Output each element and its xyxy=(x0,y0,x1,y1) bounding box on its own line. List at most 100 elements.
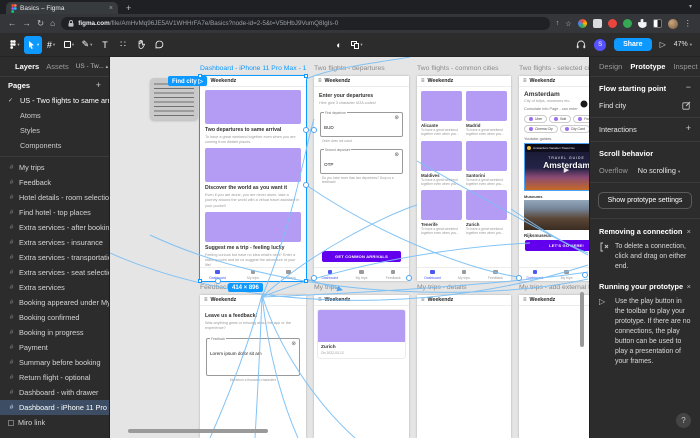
frame-add-external-trip[interactable]: ≡ Weekendz xyxy=(519,295,589,438)
user-avatar[interactable]: S xyxy=(594,38,607,51)
frame-title-city-details[interactable]: Two flights - selected city details xyxy=(519,65,589,72)
layer-row[interactable]: # Return flight - optional xyxy=(0,370,109,385)
page-item[interactable]: Styles xyxy=(0,123,109,138)
clear-icon[interactable]: ⊗ xyxy=(394,116,399,122)
selection-handle[interactable] xyxy=(198,74,202,78)
bookmark-star-icon[interactable]: ☆ xyxy=(565,20,571,28)
share-button[interactable]: Share xyxy=(614,38,652,51)
frame-feedback[interactable]: ≡ Weekendz Leave us a feedback! Was anyth… xyxy=(200,295,306,438)
move-tool-button[interactable]: ▾ xyxy=(24,35,42,54)
extensions-puzzle-icon[interactable] xyxy=(637,19,647,28)
back-icon[interactable]: ← xyxy=(8,19,17,28)
nav-feedback[interactable]: Feedback xyxy=(582,268,589,281)
city-card[interactable]: Tenerife To have a great weekend together… xyxy=(421,190,462,236)
share-page-icon[interactable]: ↑ xyxy=(556,20,560,27)
canvas[interactable]: Find city ▷ 414 × 896 Dashboard - iPhone… xyxy=(110,57,589,438)
feedback-textarea[interactable]: Feedback Lorem ipsum dolor sit am ⊗ xyxy=(206,336,300,377)
nav-dashboard[interactable]: Dashboard xyxy=(314,268,346,281)
menu-icon[interactable]: ≡ xyxy=(523,78,527,84)
menu-icon[interactable]: ≡ xyxy=(204,297,208,303)
layer-row[interactable]: # Extra services xyxy=(0,280,109,295)
city-card[interactable]: Santorini To have a great weekend togethe… xyxy=(466,140,507,187)
close-icon[interactable]: × xyxy=(687,282,691,291)
pen-tool-button[interactable]: ✎ ▾ xyxy=(78,36,96,54)
nav-my-trips[interactable]: My trips xyxy=(346,268,378,281)
show-prototype-settings-button[interactable]: Show prototype settings xyxy=(598,192,692,209)
tab-list-chevron-icon[interactable]: ▾ xyxy=(689,3,692,10)
help-button[interactable]: ? xyxy=(676,413,691,428)
page-item[interactable]: Atoms xyxy=(0,108,109,123)
browser-menu-icon[interactable]: ⋮ xyxy=(684,19,693,28)
zoom-menu[interactable]: 47% ▾ xyxy=(674,41,692,48)
browser-tab[interactable]: Basics – Figma × xyxy=(6,2,118,14)
frame-title-trip-details[interactable]: My trips - details xyxy=(417,284,466,291)
tab-design[interactable]: Design xyxy=(599,62,622,71)
layer-row[interactable]: # Summary before booking xyxy=(0,355,109,370)
layer-row[interactable]: # Feedback xyxy=(0,175,109,190)
nav-dashboard[interactable]: Dashboard xyxy=(417,268,448,281)
play-icon[interactable]: ▶ xyxy=(564,166,569,174)
present-play-icon[interactable]: ▷ xyxy=(660,40,666,49)
frame-title-cities[interactable]: Two flights - common cities xyxy=(417,65,499,72)
frame-dashboard[interactable]: ≡Weekendz Two departures to same arrival… xyxy=(200,76,306,281)
nav-feedback[interactable]: Feedback xyxy=(377,268,409,281)
resources-tool-button[interactable]: ∷ xyxy=(114,36,132,54)
add-interaction-icon[interactable]: + xyxy=(686,124,691,133)
layer-row-selected[interactable]: #Dashboard - iPhone 11 Pro Max - 1 xyxy=(0,400,109,415)
clear-icon[interactable]: ⊗ xyxy=(291,342,296,348)
remove-flow-icon[interactable]: − xyxy=(686,83,691,92)
selection-handle[interactable] xyxy=(304,74,308,78)
tab-prototype[interactable]: Prototype xyxy=(630,62,665,71)
trip-card[interactable]: Zurich On 2022-03-12 xyxy=(318,310,405,358)
layer-row[interactable]: # Hotel details - room selection xyxy=(0,190,109,205)
menu-icon[interactable]: ≡ xyxy=(318,297,322,303)
frame-title-add-external[interactable]: My trips - add external trip xyxy=(519,284,589,291)
chip[interactable]: Cinema Cty xyxy=(524,125,558,134)
shape-tool-button[interactable]: ▾ xyxy=(60,36,78,54)
frame-tool-button[interactable]: # ▾ xyxy=(42,36,60,54)
menu-icon[interactable]: ≡ xyxy=(318,78,322,84)
main-menu-button[interactable]: ▾ xyxy=(6,36,24,54)
consulate-info[interactable]: Consolate Info Page - can enter xyxy=(524,107,589,112)
browser-profile-avatar[interactable] xyxy=(667,18,678,29)
frame-departures[interactable]: ≡ Weekendz Enter your departures Hint: gi… xyxy=(314,76,409,281)
tab-layers[interactable]: Layers xyxy=(15,62,39,71)
boolean-groups-button[interactable]: ▾ xyxy=(348,36,366,54)
city-card[interactable]: Alicante To have a great weekend together… xyxy=(421,91,462,137)
chip[interactable]: Bolt xyxy=(549,115,572,124)
frame-title-departures[interactable]: Two flights - departures xyxy=(314,65,385,72)
mask-tool-button[interactable]: ◐ xyxy=(330,36,348,54)
page-item-current[interactable]: ✓US - Two flights to same arrival xyxy=(0,93,109,108)
chip[interactable]: City Card xyxy=(559,125,589,134)
forward-icon[interactable]: → xyxy=(23,19,32,28)
add-page-icon[interactable]: + xyxy=(96,80,101,90)
youtube-video-thumbnail[interactable]: Amsterdam Vacation Travel Gu TRAVEL GUID… xyxy=(524,143,589,192)
lets-go-button[interactable]: LET'S GO HERE! xyxy=(525,240,589,252)
menu-icon[interactable]: ≡ xyxy=(421,297,425,303)
page-item[interactable]: Components xyxy=(0,138,109,153)
frame-my-trips[interactable]: ≡ Weekendz Zurich On 2022-03-12 xyxy=(314,295,409,438)
nav-dashboard[interactable]: Dashboard xyxy=(519,268,551,281)
selection-handle[interactable] xyxy=(304,279,308,283)
close-icon[interactable]: × xyxy=(687,227,691,236)
get-common-arrivals-button[interactable]: GET COMMON ARRIVALS xyxy=(322,251,401,262)
address-bar[interactable]: figma.com/file/AmHvMq96JE5AV1WHHrFA7e/Ba… xyxy=(61,17,550,30)
city-card[interactable]: Zurich To have a great weekend together e… xyxy=(466,190,507,236)
chip[interactable]: Uber xyxy=(524,115,548,124)
layer-row[interactable]: # Find hotel - top places xyxy=(0,205,109,220)
frame-trip-details[interactable]: ≡ Weekendz xyxy=(417,295,511,438)
layer-row[interactable]: # Extra services - after booking xyxy=(0,220,109,235)
extension-icon[interactable] xyxy=(607,19,617,28)
page-selector[interactable]: US - Tw... ▴ xyxy=(76,63,108,70)
layer-row[interactable]: Miro link xyxy=(0,415,109,430)
layer-row[interactable]: # Extra services - insurance xyxy=(0,235,109,250)
new-tab-button[interactable]: + xyxy=(126,2,131,14)
tab-inspect[interactable]: Inspect xyxy=(673,62,697,71)
tab-close-icon[interactable]: × xyxy=(109,5,113,12)
layer-row[interactable]: # Booking confirmed xyxy=(0,310,109,325)
extension-icon[interactable] xyxy=(592,19,602,28)
menu-icon[interactable]: ≡ xyxy=(523,297,527,303)
nav-my-trips[interactable]: My trips xyxy=(235,268,270,281)
frame-title-my-trips[interactable]: My trips xyxy=(314,284,338,291)
edit-icon[interactable] xyxy=(682,101,691,110)
